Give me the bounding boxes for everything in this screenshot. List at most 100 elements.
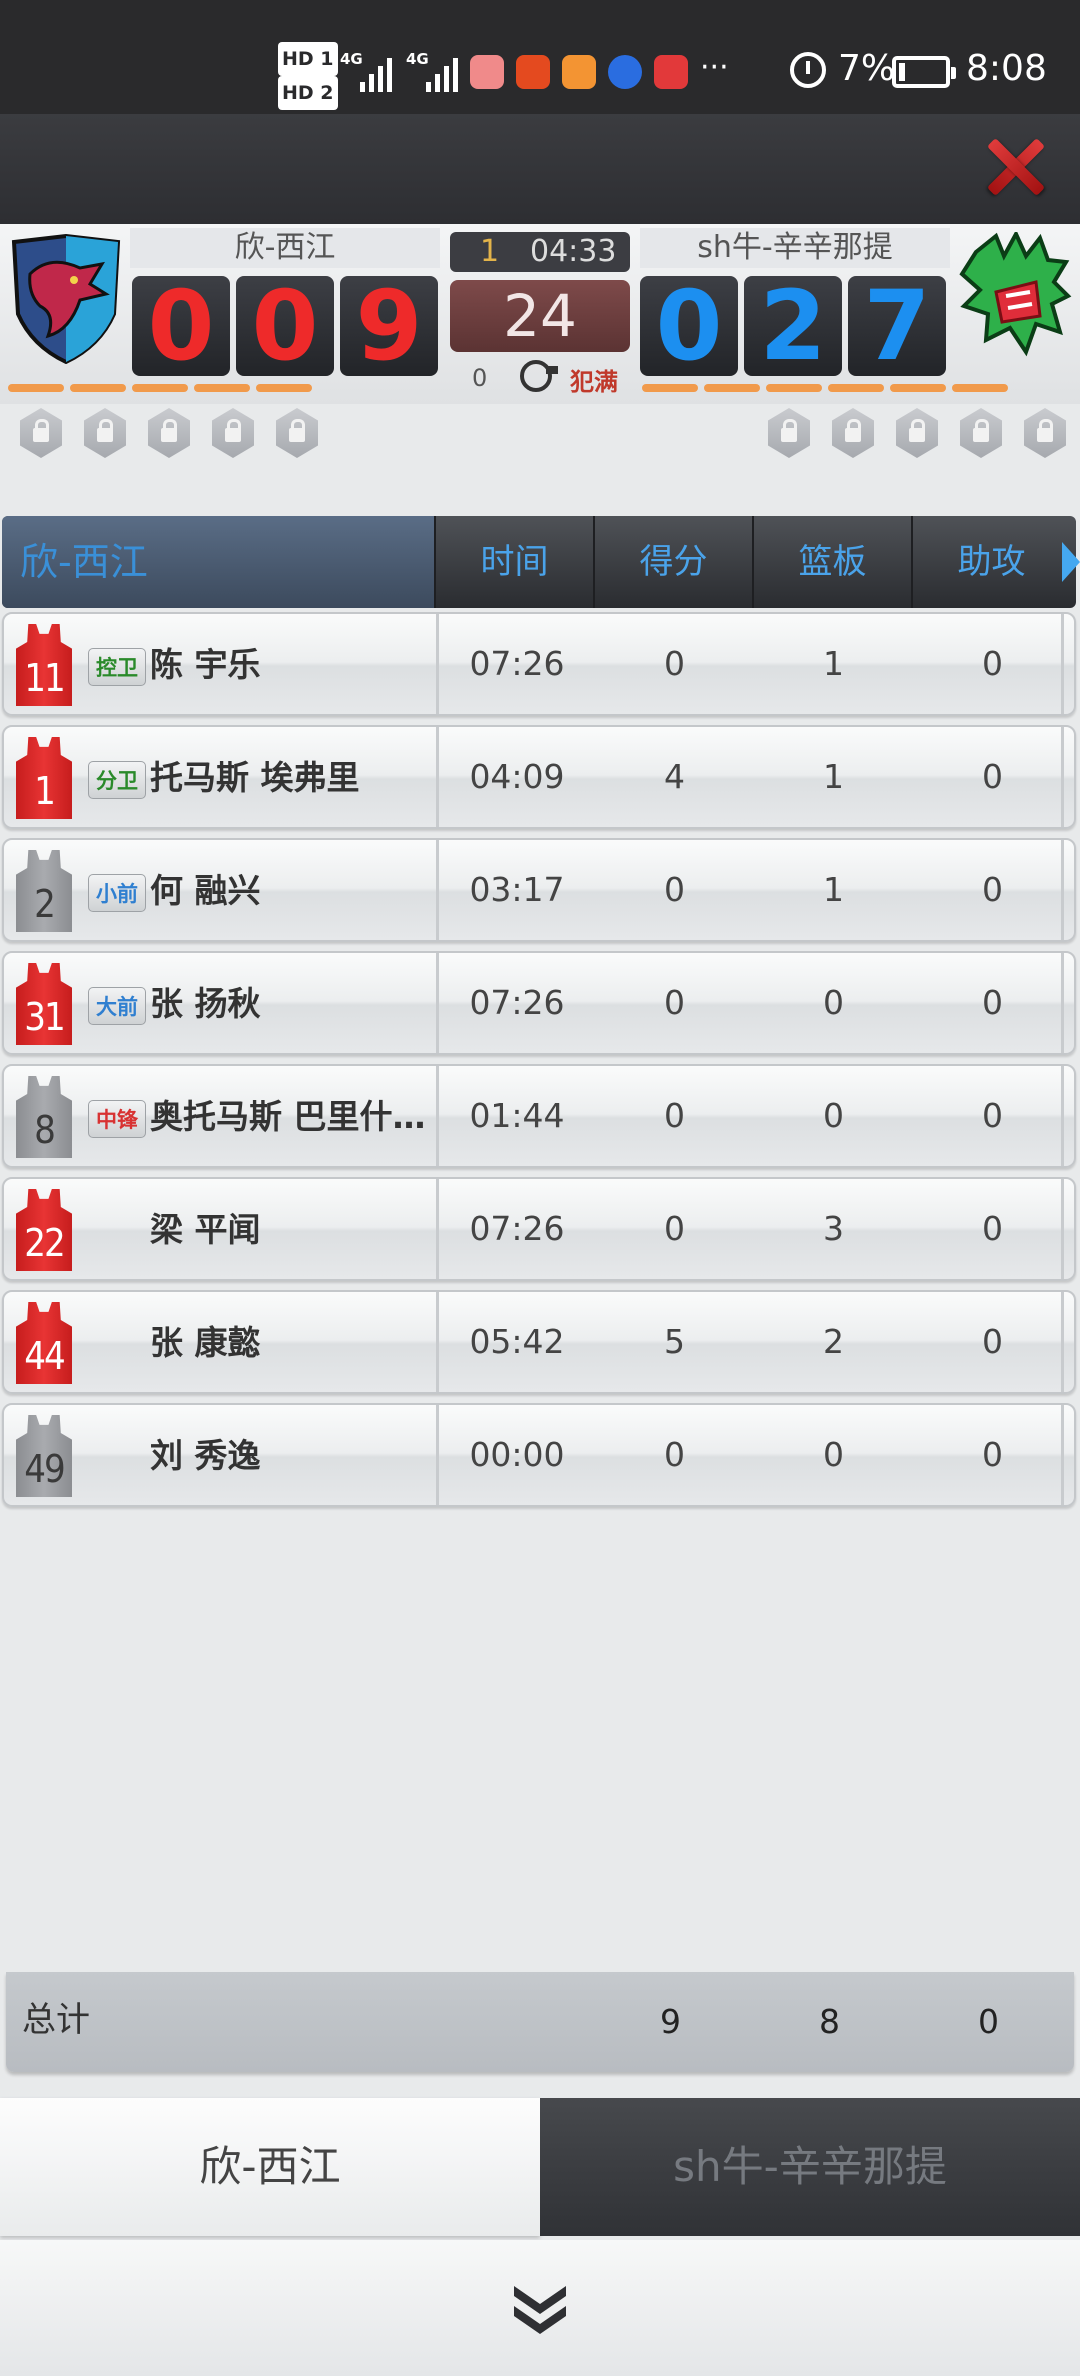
stat-assists: 0	[982, 644, 1003, 683]
jersey-icon: 2	[16, 850, 72, 932]
timeout-pip	[8, 384, 64, 392]
jersey-icon: 44	[16, 1302, 72, 1384]
battery-icon	[892, 56, 956, 88]
double-chevron-down-icon[interactable]	[510, 2278, 570, 2338]
player-name: 奥托马斯 巴里什...	[150, 1097, 430, 1136]
timeout-pip	[642, 384, 698, 392]
shot-clock: 24	[450, 280, 630, 352]
lock-icon	[768, 408, 810, 458]
player-row[interactable]: 44 张 康懿 05:42 5 2 0	[2, 1290, 1076, 1394]
scoreboard: 欣-西江 sh牛-辛辛那提 0 0 9 1 04:33 24 0 犯满 0 2 …	[0, 224, 1080, 404]
lightbulb-icon	[608, 55, 642, 89]
stat-time: 05:42	[436, 1292, 595, 1392]
whistle-icon	[520, 360, 558, 392]
player-list: 11 控卫陈 宇乐 07:26 0 1 0 1 分卫 托马斯 埃弗里 04:09 4 1 0 2 小前何 融…	[2, 612, 1076, 1516]
stat-assists: 0	[982, 1435, 1003, 1474]
quarter: 1	[480, 234, 500, 269]
top-bar	[0, 114, 1080, 224]
jersey-icon: 22	[16, 1189, 72, 1271]
foul-status: 犯满	[570, 368, 618, 396]
stat-rebounds: 0	[823, 1435, 844, 1474]
stat-assists: 0	[982, 870, 1003, 909]
stat-assists: 0	[982, 1209, 1003, 1248]
lock-icon	[960, 408, 1002, 458]
signal-1-icon	[360, 50, 392, 92]
close-icon[interactable]	[980, 132, 1050, 202]
player-name: 何 融兴	[150, 871, 261, 910]
jersey-icon: 1	[16, 737, 72, 819]
timeout-pip	[890, 384, 946, 392]
column-header-points[interactable]: 得分	[593, 516, 752, 608]
stat-time: 04:09	[436, 727, 595, 827]
stat-points: 0	[664, 870, 685, 909]
player-row[interactable]: 31 大前张 扬秋 07:26 0 0 0	[2, 951, 1076, 1055]
stat-points: 0	[664, 1435, 685, 1474]
stat-assists: 0	[982, 1322, 1003, 1361]
battery-percent: 7%	[838, 48, 896, 89]
column-header-time[interactable]: 时间	[434, 516, 593, 608]
player-name: 陈 宇乐	[150, 645, 261, 684]
hd-indicator: HD 1 HD 2	[278, 42, 342, 110]
row-divider	[1061, 1066, 1064, 1166]
column-header-rebounds[interactable]: 篮板	[752, 516, 911, 608]
timeout-pip	[704, 384, 760, 392]
stat-time: 01:44	[436, 1066, 595, 1166]
timeout-pip	[194, 384, 250, 392]
player-name: 托马斯 埃弗里	[150, 758, 360, 797]
stat-assists: 0	[982, 1096, 1003, 1135]
away-score-digit: 0	[640, 276, 738, 376]
player-name: 梁 平闻	[150, 1210, 261, 1249]
timeout-pip	[766, 384, 822, 392]
player-row[interactable]: 49 刘 秀逸 00:00 0 0 0	[2, 1403, 1076, 1507]
player-row[interactable]: 11 控卫陈 宇乐 07:26 0 1 0	[2, 612, 1076, 716]
timeout-pip	[952, 384, 1008, 392]
row-divider	[1061, 614, 1064, 714]
stat-rebounds: 0	[823, 983, 844, 1022]
stat-rebounds: 0	[823, 1096, 844, 1135]
tab-home-team[interactable]: 欣-西江	[0, 2098, 540, 2236]
time-remaining: 04:33	[530, 234, 617, 269]
more-notifications: ···	[700, 50, 729, 85]
game-icon	[654, 55, 688, 89]
home-score-digit: 0	[236, 276, 334, 376]
stat-time: 00:00	[436, 1405, 595, 1505]
stats-table-header: 欣-西江 时间 得分 篮板 助攻	[2, 516, 1080, 608]
timeout-pip	[70, 384, 126, 392]
total-points: 9	[660, 2002, 681, 2041]
position-badge: 分卫	[88, 761, 146, 799]
column-header-assists[interactable]: 助攻	[911, 516, 1070, 608]
play-icon	[562, 55, 596, 89]
lock-icon	[1024, 408, 1066, 458]
timeout-pip	[828, 384, 884, 392]
lock-icon	[832, 408, 874, 458]
player-row[interactable]: 22 梁 平闻 07:26 0 3 0	[2, 1177, 1076, 1281]
player-row[interactable]: 1 分卫 托马斯 埃弗里 04:09 4 1 0	[2, 725, 1076, 829]
home-locked-slots	[20, 408, 318, 458]
timeout-pip	[256, 384, 312, 392]
home-score-digit: 9	[340, 276, 438, 376]
player-name: 刘 秀逸	[150, 1436, 261, 1475]
row-divider	[1061, 1405, 1064, 1505]
stat-rebounds: 1	[823, 644, 844, 683]
tab-away-team[interactable]: sh牛-辛辛那提	[540, 2098, 1080, 2236]
jersey-number: 1	[34, 769, 56, 813]
home-score-digit: 0	[132, 276, 230, 376]
player-row[interactable]: 8 中锋 奥托马斯 巴里什... 01:44 0 0 0	[2, 1064, 1076, 1168]
hd2-badge: HD 2	[278, 76, 338, 110]
lock-icon	[896, 408, 938, 458]
player-row[interactable]: 2 小前何 融兴 03:17 0 1 0	[2, 838, 1076, 942]
stat-rebounds: 3	[823, 1209, 844, 1248]
jersey-number: 8	[34, 1108, 56, 1152]
jersey-number: 2	[34, 882, 56, 926]
position-badge: 大前	[88, 987, 146, 1025]
scroll-right-arrow-icon[interactable]	[1062, 542, 1080, 582]
total-assists: 0	[978, 2002, 999, 2041]
stat-points: 0	[664, 1209, 685, 1248]
stat-rebounds: 1	[823, 757, 844, 796]
away-team-logo	[959, 232, 1072, 357]
stat-time: 07:26	[436, 614, 595, 714]
row-divider	[1061, 727, 1064, 827]
jersey-number: 22	[24, 1221, 65, 1265]
stat-assists: 0	[982, 983, 1003, 1022]
lock-icon	[148, 408, 190, 458]
